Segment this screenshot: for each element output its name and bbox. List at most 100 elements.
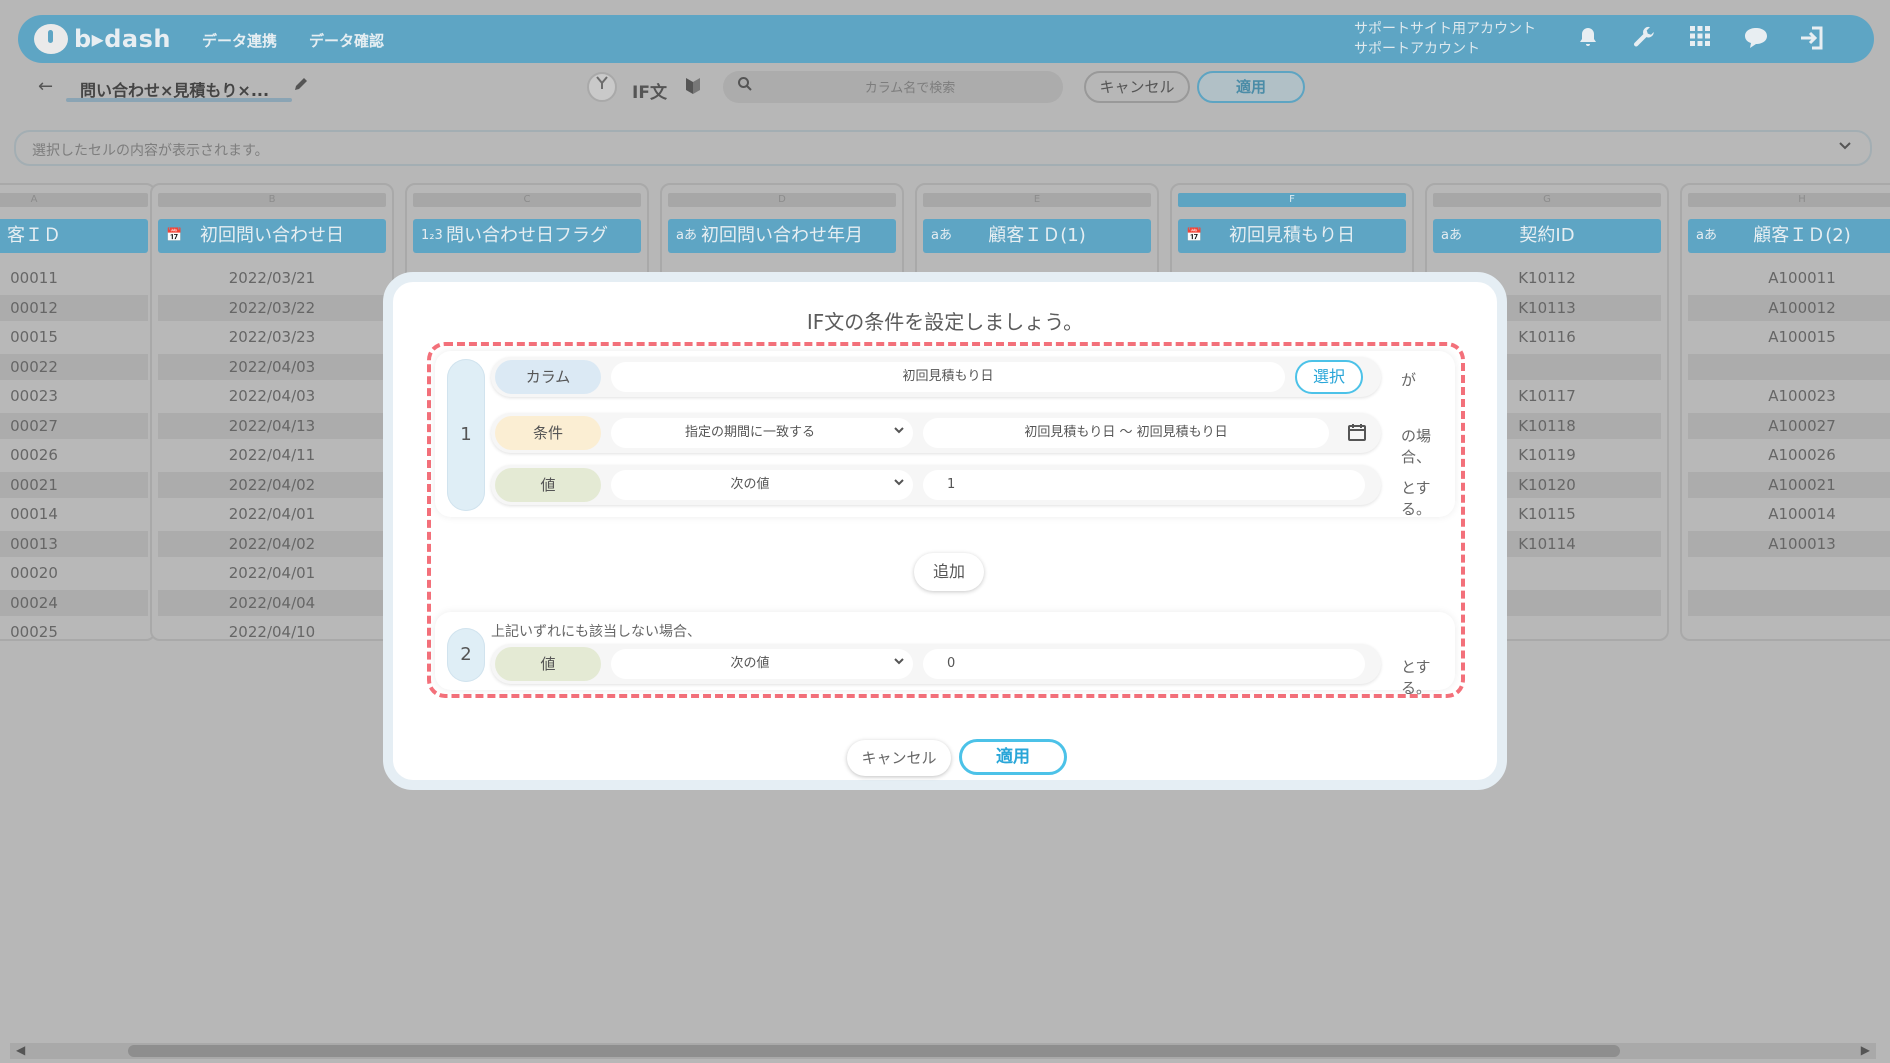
horizontal-scrollbar[interactable]: ◀ ▶ [10,1043,1876,1059]
table-cell[interactable]: A100026 [1688,442,1890,468]
column-letter[interactable]: A [0,193,148,207]
table-cell[interactable]: 00012 [0,294,148,321]
else-value-type-select[interactable]: 次の値 [611,649,913,679]
column-header[interactable]: aあ 契約ID [1433,219,1661,253]
table-cell[interactable]: 2022/04/01 [158,501,386,527]
value-type-select[interactable]: 次の値 [611,470,913,500]
account-info[interactable]: サポートサイト用アカウント サポートアカウント [1354,19,1536,59]
column-letter[interactable]: F [1178,193,1406,207]
dialog-apply-button[interactable]: 適用 [959,739,1067,775]
column-letter[interactable]: C [413,193,641,207]
table-cell[interactable]: 00027 [0,412,148,439]
chevron-down-icon [893,649,905,679]
else-value-input[interactable]: 0 [923,649,1365,679]
add-condition-button[interactable]: 追加 [914,553,984,591]
table-cell[interactable]: A100013 [1688,530,1890,557]
table-cell[interactable] [1688,353,1890,380]
table-cell[interactable]: 00015 [0,324,148,350]
scrollbar-thumb[interactable] [128,1045,1620,1057]
table-cell[interactable]: 2022/03/23 [158,324,386,350]
calendar-icon[interactable] [1347,422,1367,446]
select-column-button[interactable]: 選択 [1295,360,1363,394]
table-cell[interactable]: 00024 [0,589,148,616]
bell-icon[interactable] [1574,25,1602,53]
column-header[interactable]: aあ 顧客ＩＤ(2) [1688,219,1890,253]
logout-icon[interactable] [1798,25,1826,53]
table-cell[interactable]: 00023 [0,383,148,409]
table-cell[interactable]: A100015 [1688,324,1890,350]
else-suffix-suru: とする。 [1401,658,1432,697]
column-letter[interactable]: B [158,193,386,207]
table-cell[interactable]: 00020 [0,560,148,586]
beginner-badge-icon[interactable] [685,76,701,101]
table-cell[interactable]: 2022/04/13 [158,412,386,439]
toolbar-cancel-button[interactable]: キャンセル [1084,71,1190,103]
table-cell[interactable]: A100011 [1688,265,1890,291]
table-cell[interactable]: 2022/04/10 [158,619,386,645]
value-input[interactable]: 1 [923,470,1365,500]
table-cell[interactable]: 00011 [0,265,148,291]
chevron-down-icon[interactable] [1838,137,1852,156]
column-letter[interactable]: H [1688,193,1890,207]
edit-pencil-icon[interactable] [293,76,309,96]
search-input[interactable] [763,71,1057,105]
wrench-icon[interactable] [1630,25,1658,53]
table-cell[interactable]: 00021 [0,471,148,498]
if-branch-icon [587,72,617,102]
table-cell[interactable]: 00013 [0,530,148,557]
table-cell[interactable]: 2022/04/03 [158,383,386,409]
toolbar-apply-button[interactable]: 適用 [1197,71,1305,103]
logo-text: b▸dash [74,25,171,53]
table-cell[interactable]: A100021 [1688,471,1890,498]
column-letter[interactable]: E [923,193,1151,207]
table-cell[interactable] [1688,619,1890,645]
table-cell[interactable]: A100027 [1688,412,1890,439]
scroll-right-icon[interactable]: ▶ [1861,1043,1870,1057]
table-cell[interactable]: 2022/04/03 [158,353,386,380]
column-header-label: 初回問い合わせ年月 [701,225,863,246]
scroll-left-icon[interactable]: ◀ [16,1043,25,1057]
table-cell[interactable] [1688,589,1890,616]
table-cell[interactable]: 00022 [0,353,148,380]
table-cell[interactable]: 2022/04/04 [158,589,386,616]
table-cell[interactable]: 00026 [0,442,148,468]
back-arrow-icon[interactable]: ← [38,76,53,97]
table-cell[interactable]: A100014 [1688,501,1890,527]
column-type-icon: 1₂3 [421,228,443,243]
table-cell[interactable]: 00025 [0,619,148,645]
table-cell[interactable]: 2022/03/22 [158,294,386,321]
condition-label: 条件 [495,416,601,450]
column-header[interactable]: 📅 初回見積もり日 [1178,219,1406,253]
date-range-field[interactable]: 初回見積もり日 〜 初回見積もり日 [923,418,1329,448]
table-cell[interactable] [1688,560,1890,586]
nav-data-integration[interactable]: データ連携 [202,30,277,51]
support-chat-icon[interactable] [1742,25,1770,53]
column-header[interactable]: aあ 初回問い合わせ年月 [668,219,896,253]
column-header[interactable]: 客ＩＤ [0,219,148,253]
column-label: カラム [495,360,601,394]
table-cell[interactable]: A100012 [1688,294,1890,321]
table-cell[interactable]: 2022/04/02 [158,530,386,557]
column-header[interactable]: aあ 顧客ＩＤ(1) [923,219,1151,253]
column-header[interactable]: 1₂3 問い合わせ日フラグ [413,219,641,253]
column-type-icon: aあ [931,228,952,243]
column-search[interactable] [723,71,1063,105]
column-header[interactable]: 📅 初回問い合わせ日 [158,219,386,253]
table-cell[interactable]: 2022/04/01 [158,560,386,586]
table-cell[interactable]: 00014 [0,501,148,527]
table-cell[interactable]: 2022/04/11 [158,442,386,468]
grid-icon[interactable] [1686,25,1714,53]
table-cell[interactable]: 2022/03/21 [158,265,386,291]
bdash-logo[interactable]: b▸dash [34,21,171,57]
column-value-field[interactable]: 初回見積もり日 [611,362,1285,392]
condition-select[interactable]: 指定の期間に一致する [611,418,913,448]
suffix-suru: とする。 [1401,479,1432,518]
column-letter[interactable]: G [1433,193,1661,207]
cell-content-bar[interactable]: 選択したセルの内容が表示されます。 [14,130,1872,166]
table-cell[interactable]: 2022/04/02 [158,471,386,498]
dialog-cancel-button[interactable]: キャンセル [847,740,951,776]
table-cell[interactable]: A100023 [1688,383,1890,409]
column-letter[interactable]: D [668,193,896,207]
nav-data-confirmation[interactable]: データ確認 [309,30,384,51]
account-line-1: サポートサイト用アカウント [1354,21,1536,37]
